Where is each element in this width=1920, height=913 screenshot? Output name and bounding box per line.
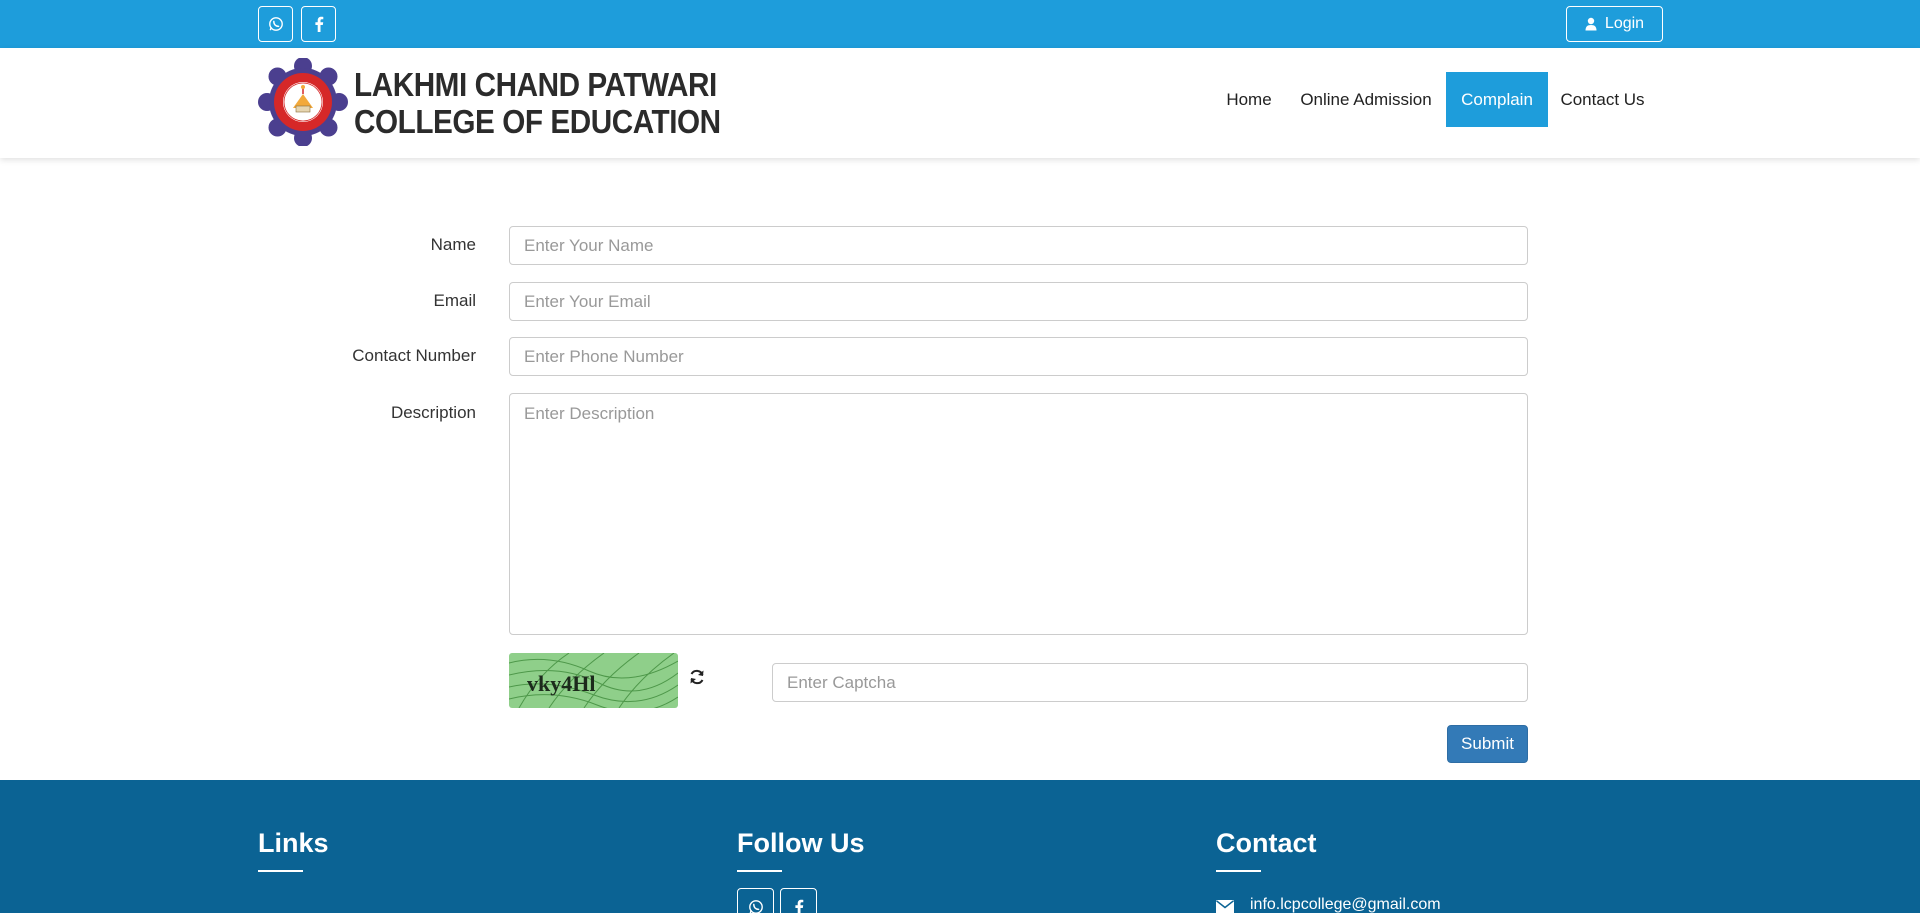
login-button[interactable]: Login [1566,6,1663,42]
refresh-captcha-icon[interactable] [688,668,706,686]
facebook-button[interactable] [301,6,336,42]
footer-facebook-button[interactable] [780,888,817,913]
college-logo-emblem [258,58,348,146]
nav-online-admission[interactable]: Online Admission [1290,72,1442,127]
whatsapp-button[interactable] [258,6,293,42]
college-name-logo[interactable]: LAKHMI CHAND PATWARI COLLEGE OF EDUCATIO… [354,66,721,140]
envelope-icon [1216,900,1234,913]
footer-follow-title: Follow Us [737,828,865,858]
description-label: Description [390,403,476,422]
contact-number-label: Contact Number [352,346,476,365]
captcha-input[interactable] [772,663,1528,702]
captcha-image: vky4Hl [509,653,678,708]
name-label: Name [430,235,476,254]
nav-home[interactable]: Home [1212,72,1286,127]
captcha-text: vky4Hl [527,671,595,696]
top-bar: Login [0,0,1920,48]
name-input[interactable] [509,226,1528,265]
nav-complain[interactable]: Complain [1446,72,1548,127]
footer-links-title: Links [258,828,329,858]
user-icon [1585,17,1597,31]
logo-line-1: LAKHMI CHAND PATWARI [354,66,717,103]
logo-line-2: COLLEGE OF EDUCATION [354,103,721,140]
submit-button[interactable]: Submit [1447,725,1528,763]
email-input[interactable] [509,282,1528,321]
footer-contact-email[interactable]: info.lcpcollege@gmail.com [1250,896,1441,913]
footer-whatsapp-button[interactable] [737,888,774,913]
contact-number-input[interactable] [509,337,1528,376]
footer-contact-underline [1216,870,1261,872]
footer-links-underline [258,870,303,872]
footer-follow-underline [737,870,782,872]
nav-contact-us[interactable]: Contact Us [1552,72,1653,127]
description-textarea[interactable] [509,393,1528,635]
facebook-icon [794,899,803,913]
footer-contact-title: Contact [1216,828,1317,858]
email-label: Email [433,291,476,310]
whatsapp-icon [748,899,763,913]
whatsapp-icon [268,17,283,31]
facebook-icon [314,16,323,32]
login-label: Login [1604,15,1645,32]
